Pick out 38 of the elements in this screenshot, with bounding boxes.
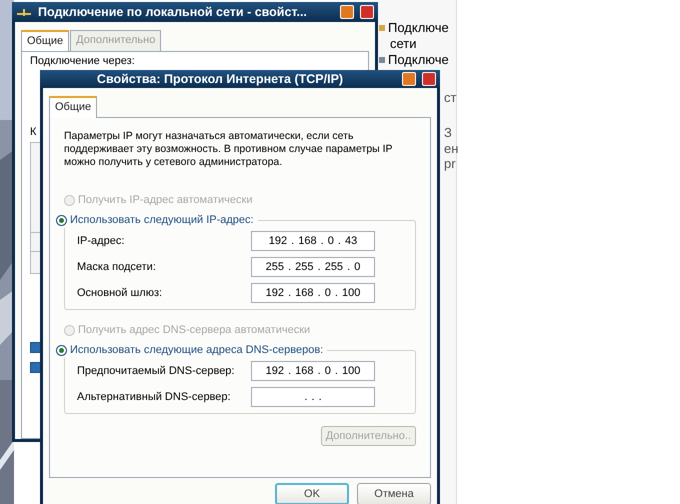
radio-label: Получить адрес DNS-сервера автоматически xyxy=(78,324,310,336)
explorer-text: pr xyxy=(444,156,456,171)
radio-label: Использовать следующие адреса DNS-серверов: xyxy=(70,344,324,356)
ip-address-field[interactable]: 192 . 168 . 0 . 43 xyxy=(251,231,375,251)
tab[interactable]: Общие xyxy=(49,96,98,118)
field-label: IP-адрес: xyxy=(77,235,126,247)
connection-item[interactable]: Подключе xyxy=(388,20,449,36)
checkbox[interactable] xyxy=(30,342,41,353)
dialog-button[interactable]: Отмена xyxy=(357,483,431,504)
section-label: К xyxy=(30,126,36,138)
explorer-text: ен xyxy=(444,141,458,156)
help-button[interactable] xyxy=(340,5,354,19)
tab[interactable]: Общие xyxy=(21,30,70,52)
field-label: Альтернативный DNS-сервер: xyxy=(77,391,232,403)
field-label: Предпочитаемый DNS-сервер: xyxy=(77,365,236,377)
dialog-button[interactable]: OK xyxy=(275,483,349,504)
ip-address-field[interactable]: 192 . 168 . 0 . 100 xyxy=(251,283,375,303)
close-button[interactable] xyxy=(360,5,374,19)
radio-button[interactable] xyxy=(56,214,67,226)
explorer-text: З xyxy=(444,125,452,140)
window-title: Свойства: Протокол Интернета (TCP/IP) xyxy=(96,72,344,86)
explorer-text: ст xyxy=(444,90,456,105)
close-button[interactable] xyxy=(422,72,436,86)
radio-button[interactable] xyxy=(56,344,67,356)
connection-item[interactable]: сети xyxy=(390,36,449,52)
field-label: Основной шлюз: xyxy=(77,287,164,299)
window-title: Подключение по локальной сети - свойст... xyxy=(38,5,308,19)
connection-item[interactable]: Подключе xyxy=(388,52,449,68)
checkbox[interactable] xyxy=(30,362,41,373)
ip-address-field[interactable]: . . . xyxy=(251,387,375,407)
ip-address-field[interactable]: 255 . 255 . 255 . 0 xyxy=(251,257,375,277)
field-label: Маска подсети: xyxy=(77,261,157,273)
ip-address-field[interactable]: 192 . 168 . 0 . 100 xyxy=(251,361,375,381)
help-button[interactable] xyxy=(402,72,416,86)
radio-label: Получить IP-адрес автоматически xyxy=(78,194,252,206)
connect-via-label: Подключение через: xyxy=(30,55,135,67)
description-text: Параметры IP могут назначаться автоматически, если сеть поддерживает эту возможность. В противном случае параметры IP можно получить у сетевого администратора. xyxy=(64,130,394,169)
radio-label: Использовать следующий IP-адрес: xyxy=(70,214,254,226)
